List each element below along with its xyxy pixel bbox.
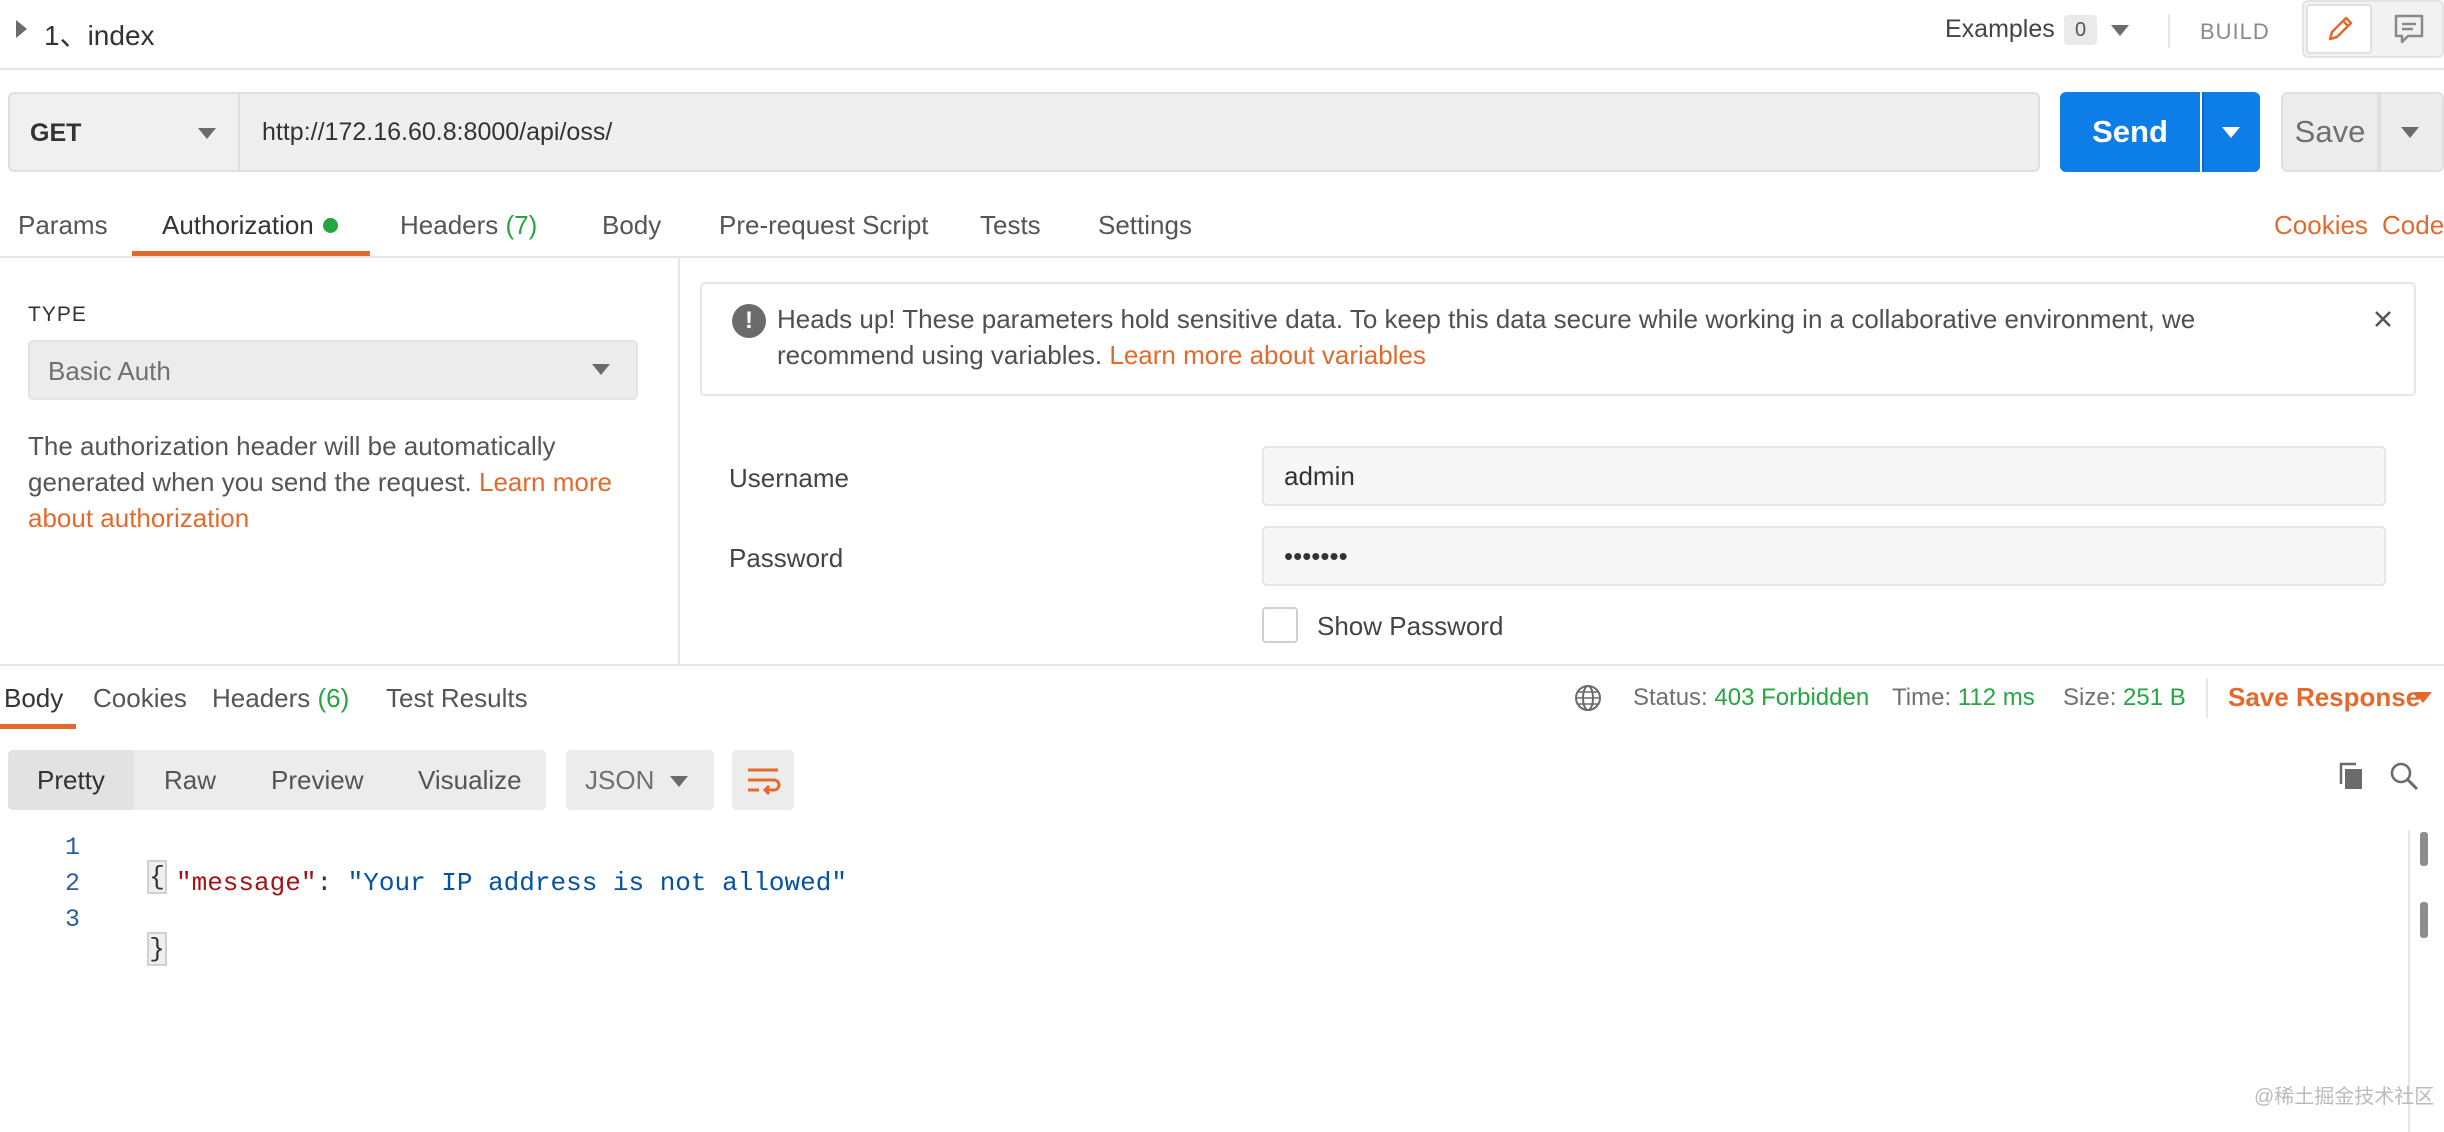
divider: [2206, 678, 2208, 718]
chevron-down-icon[interactable]: [2111, 25, 2129, 36]
comment-icon: [2394, 14, 2424, 44]
cookies-link[interactable]: Cookies: [2274, 210, 2368, 241]
view-visualize-button[interactable]: Visualize: [418, 765, 522, 796]
tab-settings[interactable]: Settings: [1098, 210, 1192, 241]
scrollbar-thumb[interactable]: [2420, 902, 2428, 938]
alert-body: Heads up! These parameters hold sensitiv…: [777, 304, 2196, 370]
size-key: Size:: [2063, 684, 2117, 711]
username-input[interactable]: [1262, 446, 2386, 506]
comment-mode-button[interactable]: [2376, 4, 2442, 54]
close-icon-glyph: [2375, 311, 2391, 327]
wrap-lines-button[interactable]: [732, 750, 794, 810]
view-pretty-label[interactable]: Pretty: [37, 765, 105, 796]
format-value: JSON: [585, 765, 655, 795]
view-preview-button[interactable]: Preview: [271, 765, 363, 796]
examples-count-badge: 0: [2064, 15, 2097, 45]
chevron-down-icon[interactable]: [2414, 692, 2432, 703]
auth-help-text: The authorization header will be automat…: [28, 428, 628, 536]
tab-tests[interactable]: Tests: [980, 210, 1041, 241]
code-line: {: [118, 832, 167, 894]
auth-type-value: Basic Auth: [48, 356, 171, 386]
line-number: 1: [64, 833, 80, 862]
size-readout: Size: 251 B: [2063, 684, 2186, 712]
json-string-value: "Your IP address is not allowed": [347, 868, 847, 898]
tab-authorization[interactable]: Authorization: [162, 210, 314, 241]
active-tab-underline: [0, 724, 76, 729]
chevron-down-icon: [2401, 127, 2419, 138]
line-number: 3: [64, 905, 80, 934]
build-mode-label[interactable]: BUILD: [2200, 19, 2270, 45]
watermark: @稀土掘金技术社区: [2254, 1086, 2435, 1108]
password-input[interactable]: [1262, 526, 2386, 586]
tab-pre-request-script[interactable]: Pre-request Script: [719, 210, 929, 241]
password-label: Password: [729, 543, 844, 573]
tab-headers-count: (7): [505, 210, 538, 240]
examples-label[interactable]: Examples: [1945, 15, 2055, 44]
code-line: }: [118, 904, 167, 966]
line-number: 2: [64, 869, 80, 898]
exclamation-circle-icon: !: [732, 304, 766, 338]
scrollbar-thumb[interactable]: [2420, 832, 2428, 866]
copy-icon-glyph: [2339, 762, 2362, 789]
response-tab-headers-label: Headers: [212, 683, 311, 713]
divider: [2168, 14, 2170, 48]
auth-type-label: TYPE: [28, 303, 87, 326]
globe-icon[interactable]: [1572, 682, 1604, 714]
response-tab-body[interactable]: Body: [4, 683, 63, 714]
response-tab-headers[interactable]: Headers (6): [212, 683, 349, 714]
alert-message: Heads up! These parameters hold sensitiv…: [777, 301, 2317, 373]
chevron-down-icon: [198, 128, 216, 139]
size-value: 251 B: [2123, 684, 2186, 711]
edit-mode-button[interactable]: [2306, 4, 2372, 54]
close-icon[interactable]: [2368, 304, 2398, 334]
save-button[interactable]: Save: [2281, 92, 2379, 172]
active-indicator-dot: [323, 218, 338, 233]
status-key: Status:: [1633, 684, 1708, 711]
search-icon[interactable]: [2388, 760, 2420, 792]
request-name[interactable]: 1、index: [44, 14, 155, 54]
response-tab-cookies[interactable]: Cookies: [93, 683, 187, 714]
copy-icon[interactable]: [2336, 760, 2366, 792]
learn-more-variables-link[interactable]: Learn more about variables: [1109, 340, 1426, 370]
active-tab-underline: [132, 251, 370, 256]
show-password-label[interactable]: Show Password: [1317, 611, 1503, 642]
save-response-button[interactable]: Save Response: [2228, 682, 2420, 713]
json-close-brace: }: [147, 932, 167, 966]
caret-right-icon[interactable]: [16, 20, 27, 38]
time-value: 112 ms: [1957, 684, 2035, 711]
tab-headers[interactable]: Headers (7): [400, 210, 537, 241]
method-value: GET: [30, 119, 82, 147]
response-tab-headers-count: (6): [317, 683, 350, 713]
status-value: 403 Forbidden: [1714, 684, 1870, 711]
send-button[interactable]: Send: [2060, 92, 2200, 172]
username-label: Username: [729, 463, 849, 493]
tab-headers-label: Headers: [400, 210, 499, 240]
tab-params[interactable]: Params: [18, 210, 108, 241]
chevron-down-icon: [670, 776, 688, 787]
globe-icon-glyph: [1575, 685, 1601, 711]
time-key: Time:: [1892, 684, 1952, 711]
chevron-down-icon: [592, 364, 610, 375]
response-tab-test-results[interactable]: Test Results: [386, 683, 528, 714]
status-readout: Status: 403 Forbidden: [1633, 684, 1869, 712]
panel-divider: [678, 258, 680, 664]
json-key: "message": [176, 868, 317, 898]
code-line: "message": "Your IP address is not allow…: [176, 868, 847, 898]
chevron-down-icon: [2222, 127, 2240, 138]
view-raw-button[interactable]: Raw: [164, 765, 216, 796]
divider: [0, 256, 2444, 258]
search-icon-glyph: [2390, 762, 2419, 791]
code-link[interactable]: Code: [2382, 210, 2444, 241]
wrap-lines-icon: [748, 768, 781, 796]
time-readout: Time: 112 ms: [1892, 684, 2035, 712]
url-input[interactable]: [238, 92, 2040, 172]
auth-help-body: The authorization header will be automat…: [28, 431, 556, 497]
json-open-brace: {: [147, 860, 167, 894]
json-colon: :: [316, 868, 348, 898]
show-password-checkbox[interactable]: [1262, 607, 1298, 643]
pencil-icon: [2328, 16, 2353, 41]
tab-body[interactable]: Body: [602, 210, 661, 241]
divider: [0, 664, 2444, 666]
